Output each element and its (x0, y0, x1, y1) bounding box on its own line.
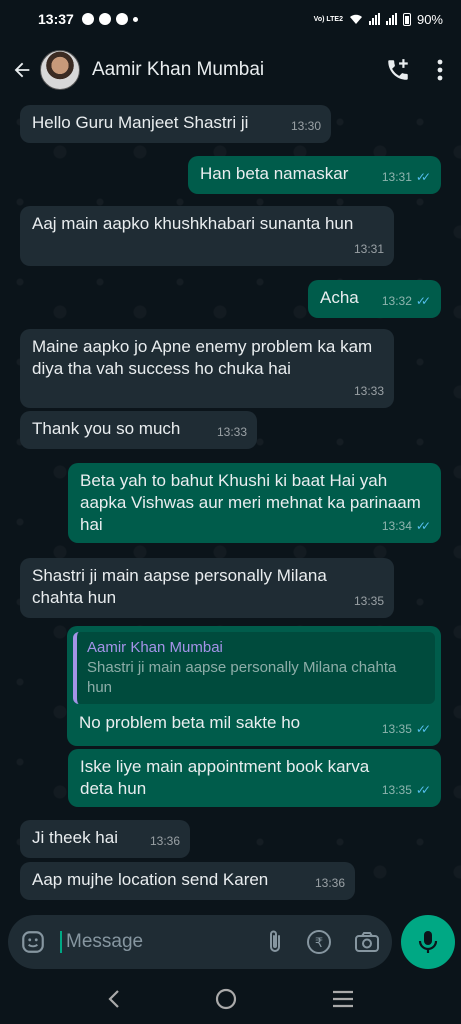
message-input-box[interactable]: Message ₹ (8, 915, 392, 969)
message-incoming[interactable]: Shastri ji main aapse personally Milana … (20, 558, 394, 618)
composer: Message ₹ (0, 912, 461, 974)
message-time: 13:35 (381, 722, 412, 736)
message-time: 13:31 (353, 242, 384, 256)
status-bar: 13:37 Vo) LTE2 90% (0, 0, 461, 38)
back-arrow-icon[interactable] (10, 58, 34, 82)
nav-back-icon[interactable] (107, 989, 121, 1009)
status-time: 13:37 (38, 11, 74, 27)
message-text: Maine aapko jo Apne enemy problem ka kam… (32, 337, 373, 378)
message-text: Acha (320, 288, 359, 307)
message-time: 13:33 (353, 384, 384, 398)
message-outgoing-reply[interactable]: Aamir Khan Mumbai Shastri ji main aapse … (67, 626, 441, 746)
signal-icon (385, 13, 397, 25)
nav-home-icon[interactable] (215, 988, 237, 1010)
message-time: 13:30 (290, 119, 321, 133)
message-incoming[interactable]: Thank you so much 13:33 (20, 411, 257, 449)
message-outgoing[interactable]: Acha 13:32 ✓✓ (308, 280, 441, 318)
camera-icon[interactable] (354, 930, 380, 954)
message-incoming[interactable]: Aap mujhe location send Karen 13:36 (20, 862, 355, 900)
message-incoming[interactable]: Aaj main aapko khushkhabari sunanta hun … (20, 206, 394, 266)
voice-message-button[interactable] (401, 915, 455, 969)
contact-name[interactable]: Aamir Khan Mumbai (92, 59, 264, 81)
battery-level: 90% (416, 11, 443, 27)
message-incoming[interactable]: Hello Guru Manjeet Shastri ji 13:30 (20, 105, 331, 143)
message-text: Shastri ji main aapse personally Milana … (32, 566, 327, 607)
svg-text:₹: ₹ (315, 936, 323, 951)
quoted-sender: Aamir Khan Mumbai (87, 639, 223, 656)
message-text: Iske liye main appointment book karva de… (80, 757, 370, 798)
read-ticks-icon: ✓✓ (415, 722, 431, 736)
message-time: 13:35 (353, 594, 384, 608)
compass-icon (115, 13, 128, 25)
sticker-icon[interactable] (20, 929, 46, 955)
attach-icon[interactable] (266, 929, 284, 955)
message-text: Thank you so much (32, 419, 181, 438)
quoted-message[interactable]: Aamir Khan Mumbai Shastri ji main aapse … (73, 632, 435, 704)
message-text: Hello Guru Manjeet Shastri ji (32, 113, 249, 132)
battery-icon (402, 12, 411, 26)
quoted-text: Shastri ji main aapse personally Milana … (87, 659, 397, 696)
avatar[interactable] (40, 50, 80, 90)
message-input[interactable]: Message (60, 931, 143, 953)
message-time: 13:36 (314, 876, 345, 890)
message-text: Aap mujhe location send Karen (32, 870, 269, 889)
message-time: 13:33 (216, 425, 247, 439)
facebook-icon (98, 13, 111, 25)
message-incoming[interactable]: Maine aapko jo Apne enemy problem ka kam… (20, 329, 394, 408)
more-notifications-icon (132, 16, 138, 22)
nav-recents-icon[interactable] (332, 990, 354, 1008)
add-call-icon[interactable] (385, 57, 411, 83)
facebook-icon (81, 13, 94, 25)
wifi-icon (349, 14, 362, 24)
notification-icons (81, 13, 138, 25)
rupee-payment-icon[interactable]: ₹ (306, 929, 332, 955)
microphone-icon (418, 931, 438, 953)
system-nav-bar (0, 974, 461, 1024)
message-outgoing[interactable]: Han beta namaskar 13:31 ✓✓ (188, 156, 441, 194)
chat-header: Aamir Khan Mumbai (0, 38, 461, 102)
volte-icon: Vo) LTE2 (313, 15, 343, 23)
more-options-icon[interactable] (437, 59, 443, 81)
message-text: Aaj main aapko khushkhabari sunanta hun (32, 214, 354, 233)
message-time: 13:34 (381, 519, 412, 533)
read-ticks-icon: ✓✓ (415, 170, 431, 184)
message-time: 13:32 (381, 294, 412, 308)
chat-area[interactable]: Hello Guru Manjeet Shastri ji 13:30 Han … (0, 102, 461, 912)
message-time: 13:35 (381, 783, 412, 797)
read-ticks-icon: ✓✓ (415, 294, 431, 308)
signal-icon (368, 13, 380, 25)
message-outgoing[interactable]: Iske liye main appointment book karva de… (68, 749, 441, 807)
message-text: Han beta namaskar (200, 164, 349, 183)
message-time: 13:31 (381, 170, 412, 184)
read-ticks-icon: ✓✓ (415, 519, 431, 533)
message-text: No problem beta mil sakte ho (79, 713, 301, 732)
read-ticks-icon: ✓✓ (415, 783, 431, 797)
message-text: Ji theek hai (32, 828, 118, 847)
message-text: Beta yah to bahut Khushi ki baat Hai yah… (80, 471, 421, 534)
message-time: 13:36 (149, 834, 180, 848)
message-outgoing[interactable]: Beta yah to bahut Khushi ki baat Hai yah… (68, 463, 441, 543)
message-incoming[interactable]: Ji theek hai 13:36 (20, 820, 190, 858)
